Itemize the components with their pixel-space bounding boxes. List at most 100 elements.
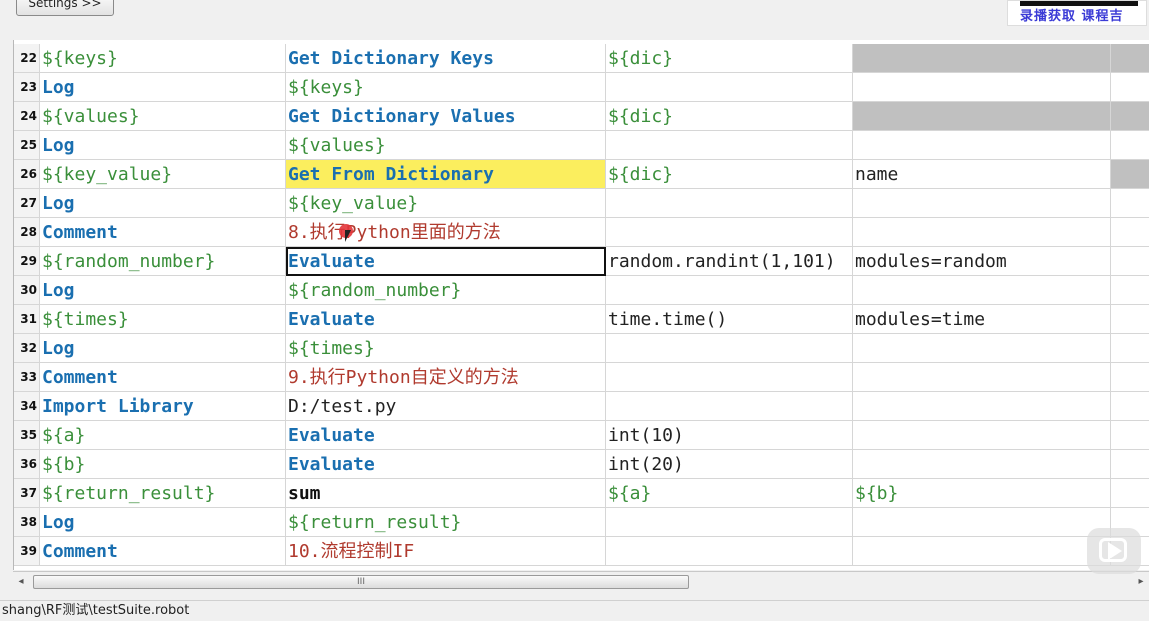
grid-cell-c4[interactable] (853, 218, 1111, 247)
scroll-right-arrow-icon[interactable]: ▸ (1135, 575, 1147, 589)
grid-cell-c1[interactable]: ${random_number} (40, 247, 286, 276)
grid-cell-c3[interactable] (606, 508, 853, 537)
grid-cell-c1[interactable]: Log (40, 334, 286, 363)
grid-cell-c2[interactable]: 8.执行Python里面的方法 (286, 218, 606, 247)
grid-cell-c4[interactable]: name (853, 160, 1111, 189)
grid-cell-c4[interactable] (853, 44, 1111, 73)
grid-cell-c3[interactable]: ${dic} (606, 44, 853, 73)
grid-cell-c4[interactable] (853, 131, 1111, 160)
grid-cell-c1[interactable]: ${b} (40, 450, 286, 479)
grid-cell-c2[interactable]: Get Dictionary Values (286, 102, 606, 131)
grid-cell-c2[interactable]: ${return_result} (286, 508, 606, 537)
grid-cell-c3[interactable]: int(10) (606, 421, 853, 450)
grid-cell-c2[interactable]: ${keys} (286, 73, 606, 102)
grid-cell-c3[interactable]: ${dic} (606, 102, 853, 131)
grid-cell-c4[interactable] (853, 421, 1111, 450)
row-number[interactable]: 32 (14, 334, 40, 363)
grid-cell-c1[interactable]: Import Library (40, 392, 286, 421)
grid-cell-c1[interactable]: ${return_result} (40, 479, 286, 508)
grid-cell-c3[interactable] (606, 189, 853, 218)
row-number[interactable]: 30 (14, 276, 40, 305)
video-play-icon[interactable] (1087, 528, 1141, 574)
row-number[interactable]: 28 (14, 218, 40, 247)
row-number[interactable]: 29 (14, 247, 40, 276)
grid-cell-c5[interactable] (1111, 276, 1149, 305)
grid-cell-c3[interactable] (606, 392, 853, 421)
grid-cell-c5[interactable] (1111, 421, 1149, 450)
row-number[interactable]: 38 (14, 508, 40, 537)
grid-cell-c5[interactable] (1111, 102, 1149, 131)
grid-cell-c4[interactable] (853, 276, 1111, 305)
grid-cell-c2[interactable]: 9.执行Python自定义的方法 (286, 363, 606, 392)
grid-cell-c1[interactable]: ${key_value} (40, 160, 286, 189)
grid-cell-c3[interactable] (606, 131, 853, 160)
test-case-grid[interactable]: 22 ${keys} Get Dictionary Keys ${dic} 23 Log $… (13, 40, 1149, 570)
grid-cell-c2[interactable]: Evaluate (286, 421, 606, 450)
row-number[interactable]: 37 (14, 479, 40, 508)
row-number[interactable]: 23 (14, 73, 40, 102)
grid-cell-c4[interactable] (853, 334, 1111, 363)
grid-cell-c2[interactable]: D:/test.py (286, 392, 606, 421)
grid-cell-c4[interactable] (853, 73, 1111, 102)
row-number[interactable]: 24 (14, 102, 40, 131)
grid-cell-c4[interactable] (853, 508, 1111, 537)
grid-cell-c1[interactable]: ${values} (40, 102, 286, 131)
grid-cell-c5[interactable] (1111, 160, 1149, 189)
grid-cell-c3[interactable] (606, 73, 853, 102)
grid-cell-c4[interactable] (853, 537, 1111, 566)
grid-cell-c3[interactable]: random.randint(1,101) (606, 247, 853, 276)
grid-cell-c3[interactable]: ${a} (606, 479, 853, 508)
grid-cell-c1[interactable]: ${times} (40, 305, 286, 334)
grid-cell-c2[interactable]: Get From Dictionary (286, 160, 606, 189)
grid-cell-c2[interactable]: ${times} (286, 334, 606, 363)
grid-cell-c5[interactable] (1111, 479, 1149, 508)
grid-cell-c3[interactable]: ${dic} (606, 160, 853, 189)
row-number[interactable]: 36 (14, 450, 40, 479)
grid-cell-c5[interactable] (1111, 450, 1149, 479)
grid-cell-c1[interactable]: ${keys} (40, 44, 286, 73)
grid-cell-c5[interactable] (1111, 363, 1149, 392)
grid-cell-c5[interactable] (1111, 189, 1149, 218)
row-number[interactable]: 35 (14, 421, 40, 450)
row-number[interactable]: 27 (14, 189, 40, 218)
grid-cell-c4[interactable] (853, 450, 1111, 479)
row-number[interactable]: 31 (14, 305, 40, 334)
grid-cell-c4[interactable] (853, 363, 1111, 392)
grid-cell-c1[interactable]: Log (40, 276, 286, 305)
grid-cell-c4[interactable]: modules=time (853, 305, 1111, 334)
grid-cell-c4[interactable] (853, 102, 1111, 131)
grid-cell-c1[interactable]: Comment (40, 363, 286, 392)
grid-cell-c5[interactable] (1111, 73, 1149, 102)
grid-cell-c3[interactable] (606, 334, 853, 363)
grid-cell-c2[interactable]: 10.流程控制IF (286, 537, 606, 566)
row-number[interactable]: 34 (14, 392, 40, 421)
grid-cell-c5[interactable] (1111, 334, 1149, 363)
settings-button[interactable]: Settings >> (16, 0, 114, 16)
grid-cell-c2[interactable]: ${key_value} (286, 189, 606, 218)
grid-cell-c4[interactable] (853, 189, 1111, 218)
grid-cell-c2[interactable]: Evaluate (286, 247, 606, 276)
grid-cell-c1[interactable]: Comment (40, 218, 286, 247)
grid-cell-c5[interactable] (1111, 305, 1149, 334)
grid-cell-c2[interactable]: Get Dictionary Keys (286, 44, 606, 73)
grid-cell-c1[interactable]: Log (40, 189, 286, 218)
grid-cell-c3[interactable]: int(20) (606, 450, 853, 479)
scroll-left-arrow-icon[interactable]: ◂ (15, 575, 27, 589)
grid-cell-c1[interactable]: ${a} (40, 421, 286, 450)
grid-cell-c3[interactable] (606, 276, 853, 305)
grid-cell-c2[interactable]: Evaluate (286, 450, 606, 479)
grid-cell-c2[interactable]: ${values} (286, 131, 606, 160)
grid-cell-c5[interactable] (1111, 131, 1149, 160)
row-number[interactable]: 25 (14, 131, 40, 160)
row-number[interactable]: 33 (14, 363, 40, 392)
scrollbar-thumb[interactable]: III (33, 575, 689, 589)
grid-cell-c5[interactable] (1111, 247, 1149, 276)
grid-cell-c3[interactable] (606, 218, 853, 247)
grid-cell-c1[interactable]: Log (40, 131, 286, 160)
grid-cell-c5[interactable] (1111, 44, 1149, 73)
grid-cell-c1[interactable]: Log (40, 73, 286, 102)
grid-cell-c2[interactable]: sum (286, 479, 606, 508)
grid-cell-c3[interactable]: time.time() (606, 305, 853, 334)
grid-cell-c5[interactable] (1111, 218, 1149, 247)
grid-cell-c1[interactable]: Log (40, 508, 286, 537)
